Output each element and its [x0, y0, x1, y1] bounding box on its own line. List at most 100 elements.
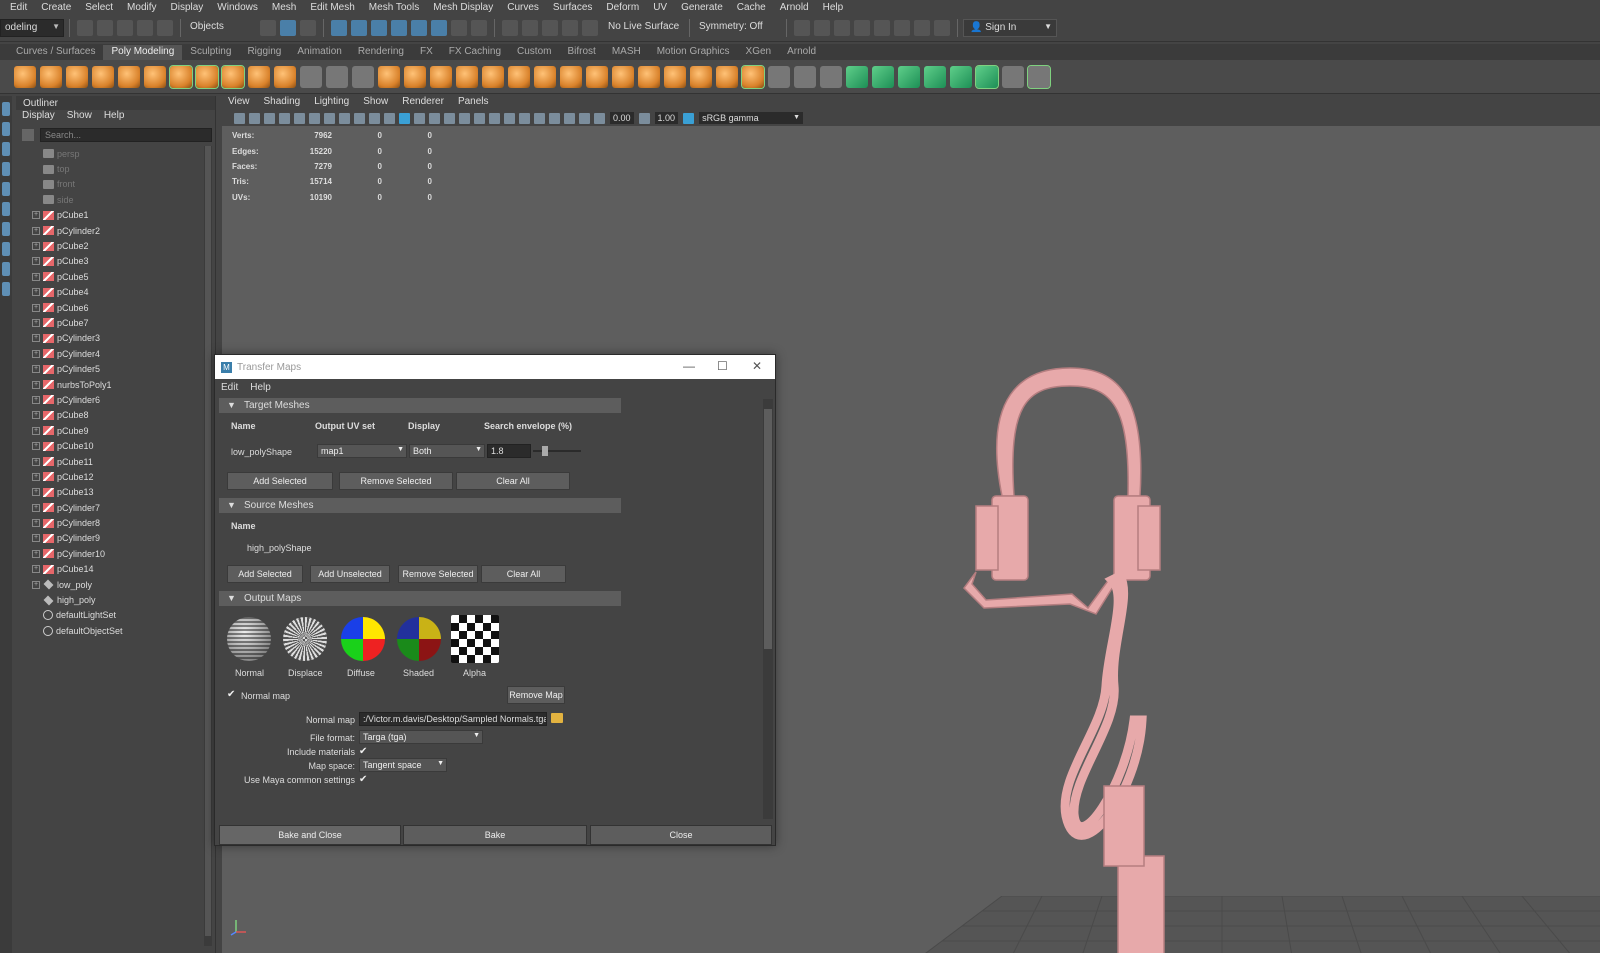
layout-single-icon[interactable]	[2, 222, 10, 236]
menu-mesh[interactable]: Mesh	[272, 2, 296, 13]
menu-select[interactable]: Select	[85, 2, 113, 13]
redo-icon[interactable]	[157, 19, 173, 36]
shaded-map-button[interactable]	[397, 617, 441, 661]
shelf-tab-poly-modeling[interactable]: Poly Modeling	[103, 45, 183, 60]
display-dropdown[interactable]: Both ▼	[409, 444, 485, 458]
menu-mesh-display[interactable]: Mesh Display	[433, 2, 493, 13]
expand-icon[interactable]: +	[32, 365, 40, 374]
fill-hole-icon[interactable]	[612, 65, 634, 88]
shelf-tab-fx-caching[interactable]: FX Caching	[441, 45, 509, 60]
default-material-icon[interactable]	[414, 112, 425, 124]
sign-in-button[interactable]: 👤 Sign In ▼	[963, 18, 1057, 37]
alpha-map-button[interactable]	[451, 615, 499, 663]
outliner-item[interactable]: top	[16, 161, 202, 176]
anti-aliasing-icon[interactable]	[519, 112, 530, 124]
outliner-item[interactable]: + low_poly	[16, 577, 202, 592]
center-pivot-icon[interactable]	[300, 65, 322, 88]
separate-icon[interactable]	[404, 65, 426, 88]
select-edge-icon[interactable]	[326, 65, 348, 88]
outliner-item[interactable]: + pCylinder10	[16, 546, 202, 561]
shelf-tab-sculpting[interactable]: Sculpting	[182, 45, 239, 60]
render-view-icon[interactable]	[894, 19, 910, 36]
select-mode-dropdown[interactable]: Objects	[186, 18, 258, 37]
expand-icon[interactable]: +	[32, 334, 40, 343]
outliner-item[interactable]: + pCylinder8	[16, 515, 202, 530]
snap-grid-icon[interactable]	[331, 19, 347, 36]
symmetrize-icon[interactable]	[1002, 65, 1024, 88]
mirror-icon[interactable]	[508, 65, 530, 88]
snap-view-icon[interactable]	[411, 19, 427, 36]
type-tool-icon[interactable]	[248, 65, 270, 88]
live-surface-field[interactable]: No Live Surface	[604, 18, 684, 37]
wireframe-icon[interactable]	[384, 112, 395, 124]
expand-icon[interactable]: +	[32, 442, 40, 451]
menu-help[interactable]: Help	[823, 2, 844, 13]
select-vertex-icon[interactable]	[352, 65, 374, 88]
target-weld-icon[interactable]	[741, 64, 765, 89]
lasso-icon[interactable]	[522, 19, 538, 36]
expand-icon[interactable]: +	[32, 426, 40, 435]
shelf-tab-motion-graphics[interactable]: Motion Graphics	[649, 45, 738, 60]
shelf-tab-xgen[interactable]: XGen	[738, 45, 780, 60]
isolate-select-icon[interactable]	[534, 112, 545, 124]
menu-edit[interactable]: Edit	[10, 2, 27, 13]
use-common-settings-checkbox[interactable]: ✔	[359, 775, 369, 785]
expand-icon[interactable]: +	[32, 580, 40, 589]
viewport-menu-renderer[interactable]: Renderer	[402, 96, 444, 110]
outliner-item[interactable]: + pCube13	[16, 485, 202, 500]
save-scene-icon[interactable]	[117, 19, 133, 36]
search-envelope-slider[interactable]	[533, 450, 581, 452]
checker-map-icon[interactable]	[975, 64, 999, 89]
outliner-item[interactable]: + pCube2	[16, 238, 202, 253]
normal-map-checkbox[interactable]: ✔	[227, 690, 237, 700]
dialog-menu-help[interactable]: Help	[250, 382, 271, 393]
filter-icon[interactable]	[22, 129, 34, 141]
ring-icon[interactable]	[562, 19, 578, 36]
outliner-search-input[interactable]: Search...	[40, 128, 212, 142]
expand-icon[interactable]: +	[32, 565, 40, 574]
menu-modify[interactable]: Modify	[127, 2, 156, 13]
target-clear-all-button[interactable]: Clear All	[456, 472, 570, 490]
multi-cut-icon[interactable]	[716, 65, 738, 88]
normal-map-button[interactable]	[227, 617, 271, 661]
outliner-item[interactable]: + pCube14	[16, 562, 202, 577]
image-plane-icon[interactable]	[264, 112, 275, 124]
expand-icon[interactable]: +	[32, 303, 40, 312]
outliner-item[interactable]: + pCube12	[16, 469, 202, 484]
close-button[interactable]: Close	[590, 825, 772, 845]
outliner-item[interactable]: + pCube9	[16, 423, 202, 438]
poly-cube-icon[interactable]	[40, 65, 62, 88]
exposure-icon[interactable]	[594, 112, 605, 124]
close-icon[interactable]: ✕	[752, 359, 762, 373]
xray-components-icon[interactable]	[579, 112, 590, 124]
new-scene-icon[interactable]	[77, 19, 93, 36]
xray-icon[interactable]	[549, 112, 560, 124]
outliner-item[interactable]: + pCylinder5	[16, 361, 202, 376]
dialog-titlebar[interactable]: M Transfer Maps — ☐ ✕	[215, 355, 775, 379]
outliner-item[interactable]: + pCube8	[16, 408, 202, 423]
maximize-icon[interactable]: ☐	[717, 359, 728, 373]
poly-torus-icon[interactable]	[118, 65, 140, 88]
dialog-scrollbar[interactable]	[763, 399, 773, 819]
outliner-item[interactable]: high_poly	[16, 592, 202, 607]
outliner-item[interactable]: + pCylinder4	[16, 346, 202, 361]
menu-generate[interactable]: Generate	[681, 2, 723, 13]
outliner-item[interactable]: + pCube4	[16, 285, 202, 300]
expand-icon[interactable]: +	[32, 272, 40, 281]
bridge-icon[interactable]	[534, 65, 556, 88]
open-scene-icon[interactable]	[97, 19, 113, 36]
source-remove-selected-button[interactable]: Remove Selected	[398, 565, 478, 583]
textured-icon[interactable]	[444, 112, 455, 124]
planar-map-icon[interactable]	[794, 65, 816, 88]
expand-icon[interactable]: +	[32, 395, 40, 404]
displace-map-button[interactable]	[283, 617, 327, 661]
outliner-item[interactable]: side	[16, 192, 202, 207]
remove-map-button[interactable]: Remove Map	[507, 686, 565, 704]
layout-outliner-icon[interactable]	[2, 282, 10, 296]
target-meshes-header[interactable]: ▼ Target Meshes	[219, 398, 621, 413]
extract-icon[interactable]	[430, 65, 452, 88]
snap-curve-icon[interactable]	[351, 19, 367, 36]
expand-icon[interactable]: +	[32, 519, 40, 528]
resolution-gate-icon[interactable]	[309, 112, 320, 124]
append-polygon-icon[interactable]	[690, 65, 712, 88]
